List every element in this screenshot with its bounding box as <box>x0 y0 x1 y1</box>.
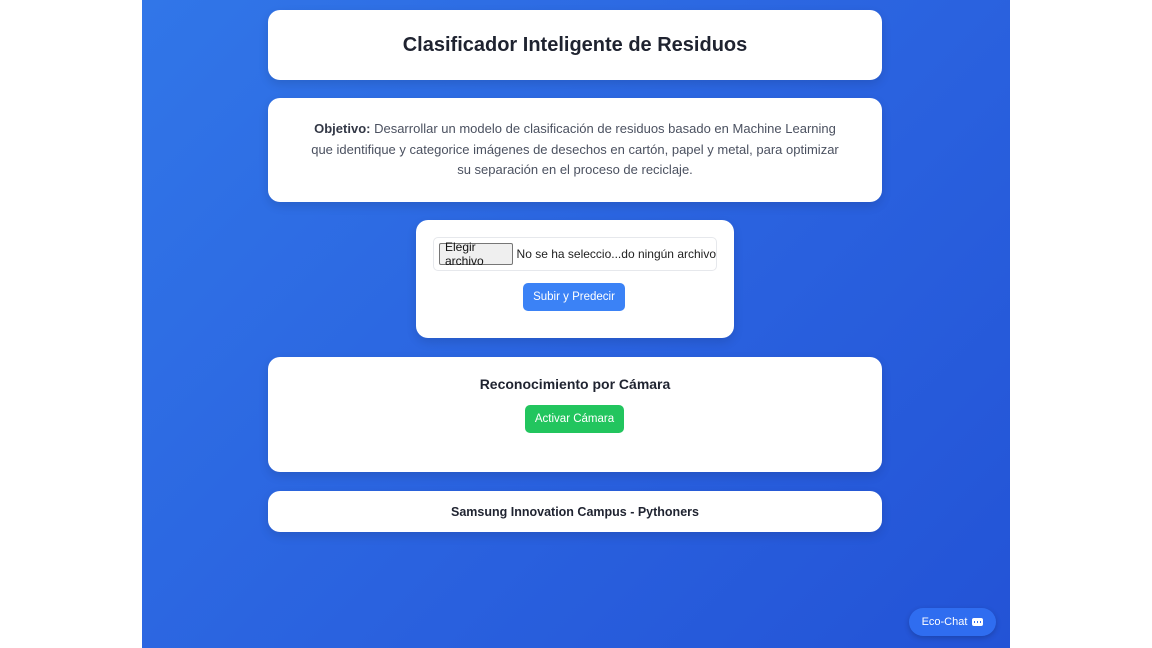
objective-label: Objetivo: <box>314 121 371 137</box>
objective-text: Desarrollar un modelo de clasificación d… <box>311 121 839 178</box>
app-background: Clasificador Inteligente de Residuos Obj… <box>142 0 1010 648</box>
eco-chat-label: Eco-Chat <box>921 616 968 628</box>
objective-card: Objetivo: Desarrollar un modelo de clasi… <box>268 98 882 202</box>
eco-chat-button[interactable]: Eco-Chat <box>909 608 996 636</box>
file-input[interactable]: Elegir archivo No se ha seleccio...do ni… <box>433 237 717 271</box>
file-status-text: No se ha seleccio...do ningún archivo <box>516 247 716 261</box>
upload-card: Elegir archivo No se ha seleccio...do ni… <box>416 220 734 338</box>
page-title: Clasificador Inteligente de Residuos <box>402 33 748 56</box>
objective-paragraph: Objetivo: Desarrollar un modelo de clasi… <box>308 119 842 181</box>
chat-bubble-icon <box>972 618 984 626</box>
activate-camera-button[interactable]: Activar Cámara <box>525 405 624 433</box>
footer-card: Samsung Innovation Campus - Pythoners <box>268 491 882 532</box>
camera-card: Reconocimiento por Cámara Activar Cámara <box>268 357 882 472</box>
footer-text: Samsung Innovation Campus - Pythoners <box>451 504 699 519</box>
upload-predict-button[interactable]: Subir y Predecir <box>523 283 625 311</box>
header-card: Clasificador Inteligente de Residuos <box>268 10 882 80</box>
choose-file-button[interactable]: Elegir archivo <box>439 240 513 268</box>
camera-section-title: Reconocimiento por Cámara <box>479 376 671 392</box>
